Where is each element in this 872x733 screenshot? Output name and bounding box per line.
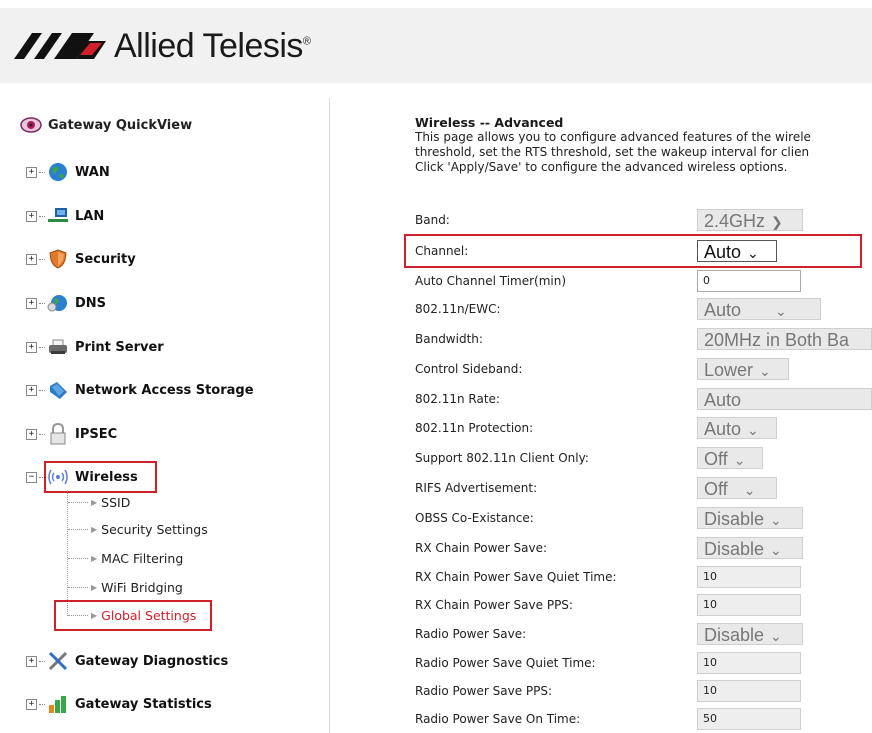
quickview-eye-icon: [20, 117, 42, 133]
radio-quiet-time-input[interactable]: 10: [697, 652, 801, 674]
globe-icon: [47, 161, 69, 183]
rx-pps-input[interactable]: 10: [697, 594, 801, 616]
expand-icon[interactable]: +: [26, 698, 37, 710]
rate-row: 802.11n Rate: Auto: [415, 388, 872, 410]
gateway-quickview-link[interactable]: Gateway QuickView: [20, 115, 192, 135]
obss-row: OBSS Co-Existance: Disable ⌄: [415, 507, 872, 529]
panel-divider: [329, 98, 330, 733]
bandwidth-select[interactable]: 20MHz in Both Ba: [697, 328, 872, 350]
radio-power-save-row: Radio Power Save: Disable ⌄: [415, 623, 872, 645]
expand-icon[interactable]: +: [26, 384, 37, 396]
expand-icon[interactable]: +: [26, 428, 37, 440]
auto-channel-timer-input[interactable]: 0: [697, 270, 801, 292]
rifs-select[interactable]: Off ⌄: [697, 477, 777, 499]
expand-icon[interactable]: +: [26, 655, 37, 667]
band-row: Band: 2.4GHz ❯: [415, 209, 872, 231]
rx-pps-row: RX Chain Power Save PPS: 10: [415, 594, 872, 616]
nav-item-security[interactable]: + Security: [26, 248, 136, 270]
sidebar-item-wifi-bridging[interactable]: ▶ WiFi Bridging: [68, 580, 183, 595]
rate-select[interactable]: Auto: [697, 388, 872, 410]
client-only-select[interactable]: Off ⌄: [697, 447, 763, 469]
control-sideband-select[interactable]: Lower ⌄: [697, 358, 789, 380]
brand-logo: Allied Telesis®: [14, 16, 311, 76]
expand-icon[interactable]: +: [26, 166, 37, 178]
chevron-down-icon: ❯: [771, 214, 783, 230]
rx-chain-power-save-select[interactable]: Disable ⌄: [697, 537, 803, 559]
radio-on-time-row: Radio Power Save On Time: 50: [415, 708, 872, 730]
expand-icon[interactable]: +: [26, 341, 37, 353]
nav-item-gateway-diagnostics[interactable]: + Gateway Diagnostics: [26, 650, 228, 672]
expand-icon[interactable]: +: [26, 210, 37, 222]
radio-pps-input[interactable]: 10: [697, 680, 801, 702]
bar-chart-icon: [47, 693, 69, 715]
tools-icon: [47, 650, 69, 672]
global-settings-highlight-box: [54, 600, 212, 631]
shield-icon: [47, 248, 69, 270]
storage-tag-icon: [47, 379, 69, 401]
protection-row: 802.11n Protection: Auto ⌄: [415, 417, 872, 439]
nav-item-gateway-statistics[interactable]: + Gateway Statistics: [26, 693, 212, 715]
ewc-select[interactable]: Auto ⌄: [697, 298, 821, 320]
rx-chain-power-save-row: RX Chain Power Save: Disable ⌄: [415, 537, 872, 559]
radio-on-time-input[interactable]: 50: [697, 708, 801, 730]
main-content: Wireless -- Advanced This page allows yo…: [415, 115, 872, 175]
wireless-highlight-box: [44, 461, 157, 493]
collapse-icon[interactable]: −: [26, 471, 37, 483]
page-title: Wireless -- Advanced: [415, 115, 564, 130]
sidebar-item-mac-filtering[interactable]: ▶ MAC Filtering: [68, 551, 183, 566]
auto-channel-timer-row: Auto Channel Timer(min) 0: [415, 270, 872, 292]
dns-globe-icon: [47, 292, 69, 314]
nav-item-dns[interactable]: + DNS: [26, 292, 106, 314]
channel-highlight-box: [404, 234, 862, 268]
radio-quiet-time-row: Radio Power Save Quiet Time: 10: [415, 652, 872, 674]
rx-quiet-time-input[interactable]: 10: [697, 566, 801, 588]
allied-telesis-logo-icon: [14, 33, 106, 59]
control-sideband-row: Control Sideband: Lower ⌄: [415, 358, 872, 380]
expand-icon[interactable]: +: [26, 297, 37, 309]
sidebar-item-security-settings[interactable]: ▶ Security Settings: [68, 522, 208, 537]
band-select[interactable]: 2.4GHz ❯: [697, 209, 803, 231]
obss-select[interactable]: Disable ⌄: [697, 507, 803, 529]
radio-power-save-select[interactable]: Disable ⌄: [697, 623, 803, 645]
lock-icon: [47, 423, 69, 445]
brand-name: Allied Telesis®: [114, 26, 311, 65]
nav-item-print-server[interactable]: + Print Server: [26, 336, 164, 358]
page-description: This page allows you to configure advanc…: [415, 130, 811, 174]
printer-icon: [47, 336, 69, 358]
protection-select[interactable]: Auto ⌄: [697, 417, 777, 439]
rifs-row: RIFS Advertisement: Off ⌄: [415, 477, 872, 499]
nav-item-wan[interactable]: + WAN: [26, 161, 110, 183]
sidebar-item-ssid[interactable]: ▶ SSID: [68, 495, 130, 510]
bandwidth-row: Bandwidth: 20MHz in Both Ba: [415, 328, 872, 350]
nav-item-ipsec[interactable]: + IPSEC: [26, 423, 117, 445]
network-computer-icon: [47, 205, 69, 227]
nav-item-lan[interactable]: + LAN: [26, 205, 104, 227]
expand-icon[interactable]: +: [26, 253, 37, 265]
radio-pps-row: Radio Power Save PPS: 10: [415, 680, 872, 702]
client-only-row: Support 802.11n Client Only: Off ⌄: [415, 447, 872, 469]
nav-item-network-access-storage[interactable]: + Network Access Storage: [26, 379, 254, 401]
ewc-row: 802.11n/EWC: Auto ⌄: [415, 298, 872, 320]
rx-quiet-time-row: RX Chain Power Save Quiet Time: 10: [415, 566, 872, 588]
